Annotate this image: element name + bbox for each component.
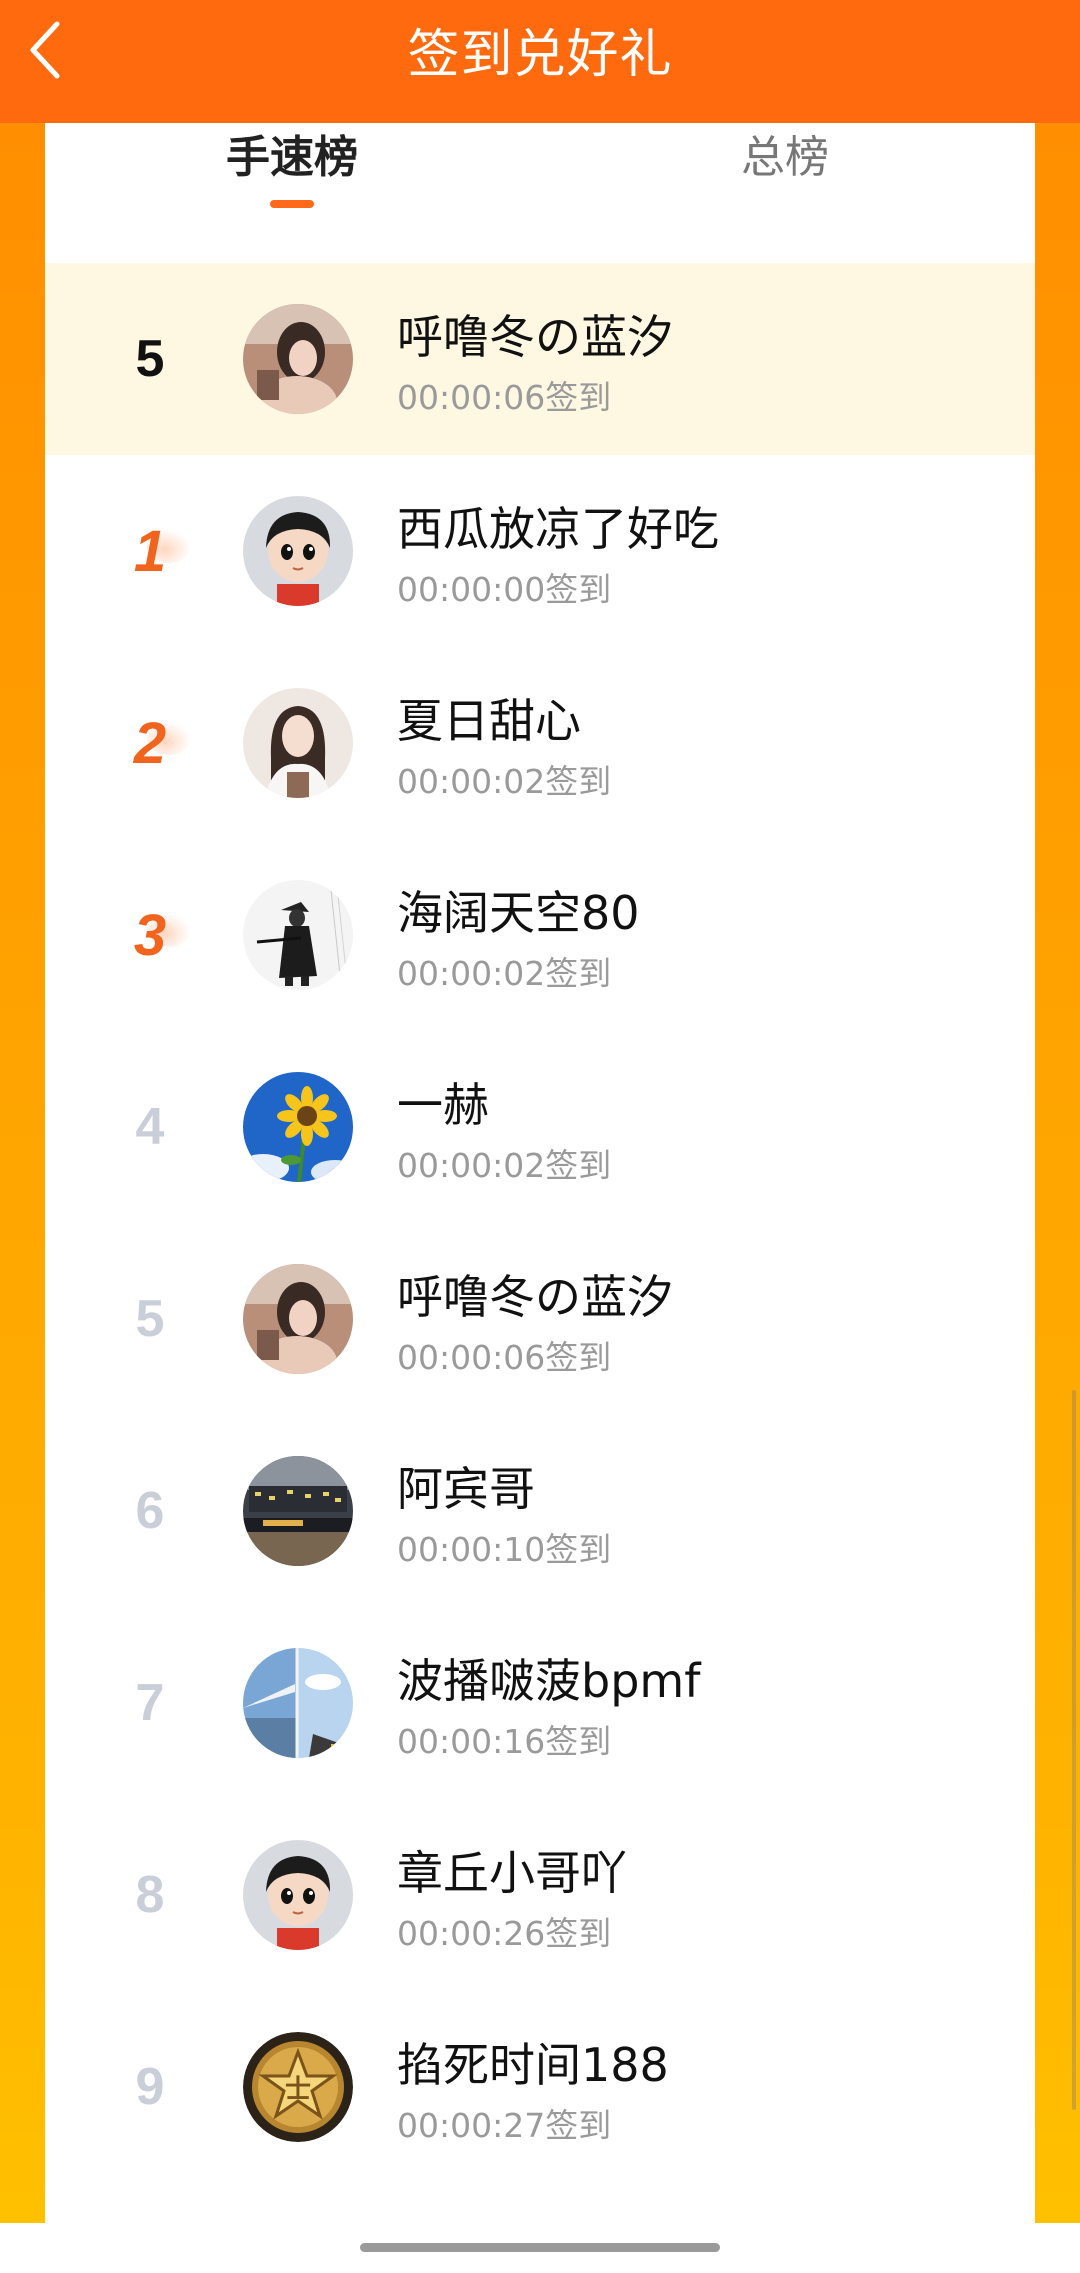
rank-number: 3	[95, 839, 205, 1031]
list-item[interactable]: 9 士 掐死时间188 00:00:27签到	[45, 1991, 1035, 2183]
girl-photo-avatar[interactable]	[243, 1264, 353, 1374]
user-name: 波播啵菠bpmf	[397, 1654, 701, 1708]
swordsman-ink-avatar[interactable]	[243, 880, 353, 990]
ranking-list: 5 呼噜冬の蓝汐 00:00:06签到 1 西瓜放凉了好吃 00:00:00签到…	[45, 263, 1035, 2183]
rank-number-text: 2	[133, 710, 167, 776]
leaderboard-panel: 手速榜 总榜 5 呼噜冬の蓝汐 00:00:06签到 1 西瓜放凉了好吃 00:…	[45, 123, 1035, 2223]
cartoon-boy-avatar[interactable]	[243, 1840, 353, 1950]
list-item[interactable]: 6 阿宾哥 00:00:10签到	[45, 1415, 1035, 1607]
user-name: 呼噜冬の蓝汐	[397, 310, 673, 364]
user-name: 一赫	[397, 1078, 489, 1132]
active-tab-indicator	[270, 200, 314, 208]
list-item[interactable]: 5 呼噜冬の蓝汐 00:00:06签到	[45, 1223, 1035, 1415]
checkin-time: 00:00:02签到	[397, 954, 612, 993]
user-name: 阿宾哥	[397, 1462, 535, 1516]
list-item[interactable]: 4 一赫 00:00:02签到	[45, 1031, 1035, 1223]
rank-number: 5	[135, 330, 165, 388]
rank-number: 9	[135, 2058, 165, 2116]
rank-number: 2	[95, 647, 205, 839]
list-item[interactable]: 2 夏日甜心 00:00:02签到	[45, 647, 1035, 839]
rank-number: 4	[135, 1098, 165, 1156]
my-rank-row[interactable]: 5 呼噜冬の蓝汐 00:00:06签到	[45, 263, 1035, 455]
checkin-time: 00:00:00签到	[397, 570, 612, 609]
checkin-time: 00:00:06签到	[397, 1338, 612, 1377]
checkin-time: 00:00:27签到	[397, 2106, 612, 2145]
top-bar: 签到兑好礼	[0, 0, 1080, 123]
rank-number: 7	[135, 1674, 165, 1732]
checkin-time: 00:00:26签到	[397, 1914, 612, 1953]
user-name: 西瓜放凉了好吃	[397, 502, 719, 556]
rank-number-text: 1	[133, 518, 167, 584]
page-title: 签到兑好礼	[407, 25, 673, 85]
user-name: 章丘小哥吖	[397, 1846, 627, 1900]
cartoon-boy-avatar[interactable]	[243, 496, 353, 606]
rank-number-text: 3	[133, 902, 167, 968]
list-item[interactable]: 1 西瓜放凉了好吃 00:00:00签到	[45, 455, 1035, 647]
user-name: 海阔天空80	[397, 886, 640, 940]
checkin-time: 00:00:02签到	[397, 1146, 612, 1185]
checkin-time: 00:00:06签到	[397, 378, 612, 417]
checkin-time: 00:00:10签到	[397, 1530, 612, 1569]
sunflower-avatar[interactable]	[243, 1072, 353, 1182]
user-name: 呼噜冬の蓝汐	[397, 1270, 673, 1324]
scrollbar[interactable]	[1072, 1390, 1076, 2110]
list-item[interactable]: 8 章丘小哥吖 00:00:26签到	[45, 1799, 1035, 1991]
night-city-avatar[interactable]	[243, 1456, 353, 1566]
girl-photo-avatar[interactable]	[243, 304, 353, 414]
list-item[interactable]: 7 波播啵菠bpmf 00:00:16签到	[45, 1607, 1035, 1799]
gold-star-badge-avatar[interactable]: 士	[243, 2032, 353, 2142]
checkin-time: 00:00:16签到	[397, 1722, 612, 1761]
tab-bar: 手速榜 总榜	[45, 123, 1035, 263]
airplane-sky-avatar[interactable]	[243, 1648, 353, 1758]
checkin-time: 00:00:02签到	[397, 762, 612, 801]
rank-number: 5	[135, 1290, 165, 1348]
rank-number: 8	[135, 1866, 165, 1924]
list-item[interactable]: 3 海阔天空80 00:00:02签到	[45, 839, 1035, 1031]
rank-number: 6	[135, 1482, 165, 1540]
user-name: 夏日甜心	[397, 694, 581, 748]
girl-portrait-avatar[interactable]	[243, 688, 353, 798]
user-name: 掐死时间188	[397, 2038, 669, 2092]
tab-total-ranking[interactable]: 总榜	[675, 123, 895, 213]
home-indicator[interactable]	[360, 2243, 720, 2252]
rank-number: 1	[95, 455, 205, 647]
svg-text:士: 士	[285, 2075, 311, 2105]
